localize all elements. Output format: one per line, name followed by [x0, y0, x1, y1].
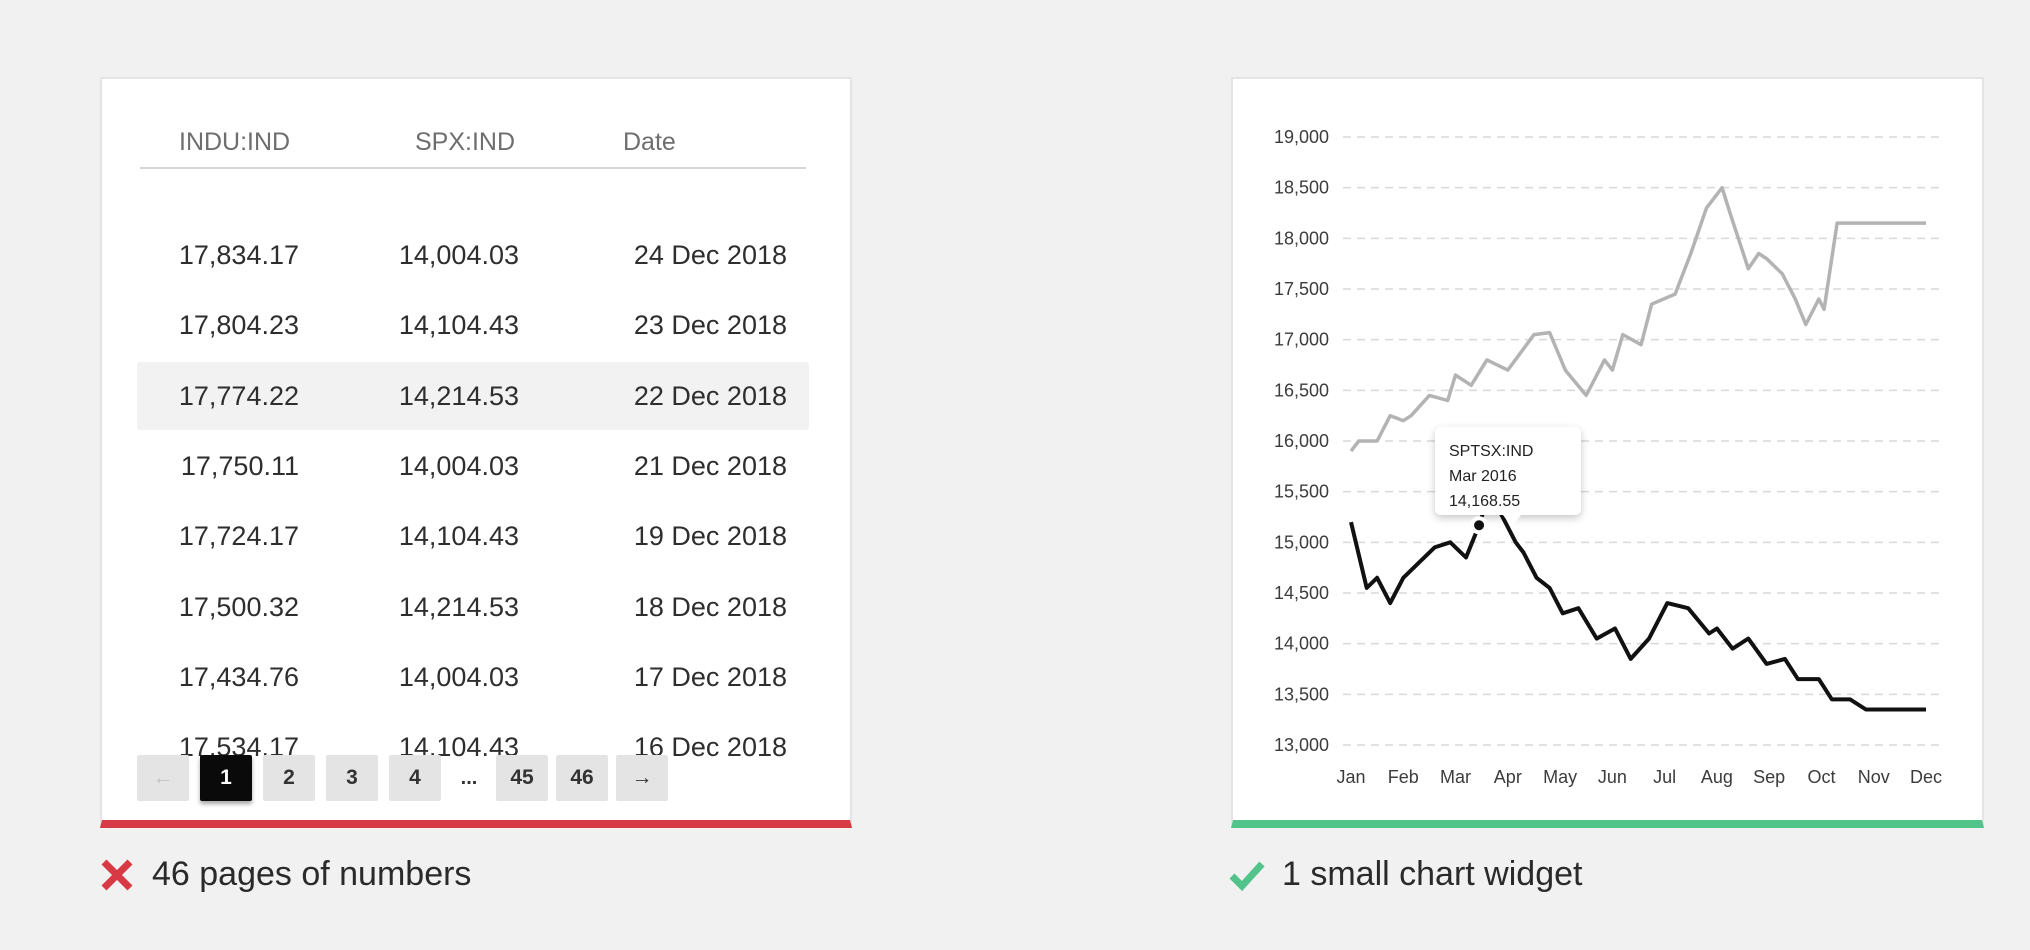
cell-date: 24 Dec 2018	[633, 240, 787, 270]
x-tick-label: Sep	[1753, 767, 1785, 787]
x-tick-label: Mar	[1440, 767, 1471, 787]
x-tick-label: Apr	[1494, 767, 1522, 787]
cell-spx: 14,214.53	[398, 591, 519, 622]
y-tick-label: 14,000	[1274, 634, 1329, 654]
cell-spx: 14,104.43	[398, 521, 519, 552]
x-tick-label: Jan	[1336, 767, 1365, 787]
y-tick-label: 14,500	[1274, 583, 1329, 603]
table-row[interactable]: 17,500.32 14,214.53 18 Dec 2018	[137, 573, 809, 641]
cell-date: 19 Dec 2018	[633, 521, 787, 552]
y-tick-label: 17,000	[1274, 330, 1329, 350]
y-tick-label: 13,000	[1274, 735, 1329, 755]
cell-date: 18 Dec 2018	[633, 591, 787, 622]
y-axis: 13,000 13,500 14,000 14,500 15,000 15,500 16,0…	[1274, 127, 1329, 755]
next-page-button[interactable]: →	[616, 755, 668, 801]
cell-indu: 17,750.11	[180, 450, 299, 481]
tooltip-value: 14,168.55	[1449, 493, 1520, 510]
cell-indu: 17,834.17	[178, 240, 299, 270]
page-button-4[interactable]: 4	[389, 755, 441, 801]
cell-date: 22 Dec 2018	[633, 380, 787, 411]
table-row[interactable]: 17,750.11 14,004.03 21 Dec 2018	[137, 432, 809, 500]
chart-widget-card: 13,000 13,500 14,000 14,500 15,000 15,500 16,0…	[1231, 77, 1984, 828]
cell-indu: 17,724.17	[178, 521, 299, 552]
table-row[interactable]: 17,434.76 14,004.03 17 Dec 2018	[137, 643, 809, 711]
page-button-45[interactable]: 45	[496, 755, 548, 801]
tooltip-date: Mar 2016	[1449, 468, 1517, 485]
cell-date: 23 Dec 2018	[633, 310, 787, 341]
cell-indu: 17,434.76	[178, 661, 299, 692]
line-chart[interactable]: 13,000 13,500 14,000 14,500 15,000 15,500 16,0…	[1233, 79, 1982, 820]
caption-bad-text: 46 pages of numbers	[152, 855, 472, 893]
y-tick-label: 16,500	[1274, 380, 1329, 400]
cross-icon	[101, 859, 133, 890]
chart-tooltip: SPTSX:IND Mar 2016 14,168.55	[1435, 427, 1581, 527]
hover-point[interactable]	[1470, 516, 1489, 535]
x-tick-label: May	[1543, 767, 1577, 787]
check-icon	[1229, 861, 1265, 891]
x-tick-label: Oct	[1807, 767, 1835, 787]
cell-indu: 17,500.32	[178, 591, 299, 622]
cell-spx: 14,104.43	[398, 310, 519, 341]
table-row[interactable]: 17,804.23 14,104.43 23 Dec 2018	[137, 291, 809, 359]
page-button-3[interactable]: 3	[326, 755, 378, 801]
grid-lines	[1343, 136, 1944, 746]
table-header: INDU:IND SPX:IND Date	[140, 117, 806, 169]
pagination-ellipsis: ...	[460, 767, 478, 789]
y-tick-label: 13,500	[1274, 684, 1329, 704]
x-tick-label: Dec	[1910, 767, 1942, 787]
y-tick-label: 17,500	[1274, 279, 1329, 299]
cell-indu: 17,804.23	[178, 310, 299, 341]
column-header-date[interactable]: Date	[623, 117, 676, 167]
cell-indu: 17,774.22	[178, 380, 299, 411]
y-tick-label: 19,000	[1274, 127, 1329, 147]
cell-date: 17 Dec 2018	[633, 661, 787, 692]
y-tick-label: 15,000	[1274, 532, 1329, 552]
table-row[interactable]: 17,774.22 14,214.53 22 Dec 2018	[137, 361, 809, 430]
y-tick-label: 16,000	[1274, 431, 1329, 451]
series-line-gray[interactable]	[1349, 185, 1926, 453]
cell-spx: 14,004.03	[398, 661, 519, 692]
x-tick-label: Nov	[1858, 767, 1890, 787]
cell-date: 21 Dec 2018	[633, 450, 787, 481]
x-tick-label: Aug	[1701, 767, 1733, 787]
series-line-black[interactable]	[1349, 489, 1926, 712]
table-row[interactable]: 17,724.17 14,104.43 19 Dec 2018	[137, 502, 809, 570]
x-tick-label: Jun	[1598, 767, 1627, 787]
caption-good: 1 small chart widget	[1228, 855, 1582, 894]
caption-bad: 46 pages of numbers	[98, 855, 471, 894]
x-axis: Jan Feb Mar Apr May Jun Jul Aug Sep Oct Nov Dec	[1336, 767, 1942, 787]
cell-spx: 14,004.03	[398, 240, 519, 270]
column-header-indu[interactable]: INDU:IND	[179, 117, 290, 167]
prev-page-button[interactable]: ←	[137, 755, 189, 801]
column-header-spx[interactable]: SPX:IND	[415, 117, 515, 167]
data-table-card: INDU:IND SPX:IND Date 17,834.17 14,004.03…	[100, 77, 852, 828]
page-button-2[interactable]: 2	[263, 755, 315, 801]
cell-spx: 14,214.53	[398, 380, 519, 411]
x-tick-label: Jul	[1653, 767, 1676, 787]
y-tick-label: 18,500	[1274, 178, 1329, 198]
x-tick-label: Feb	[1388, 767, 1419, 787]
cell-spx: 14,004.03	[398, 450, 519, 481]
tooltip-series: SPTSX:IND	[1449, 443, 1533, 460]
page-button-1[interactable]: 1	[200, 755, 252, 801]
page-button-46[interactable]: 46	[556, 755, 608, 801]
y-tick-label: 15,500	[1274, 482, 1329, 502]
caption-good-text: 1 small chart widget	[1282, 855, 1583, 893]
y-tick-label: 18,000	[1274, 228, 1329, 248]
table-row[interactable]: 17,834.17 14,004.03 24 Dec 2018	[137, 221, 809, 289]
